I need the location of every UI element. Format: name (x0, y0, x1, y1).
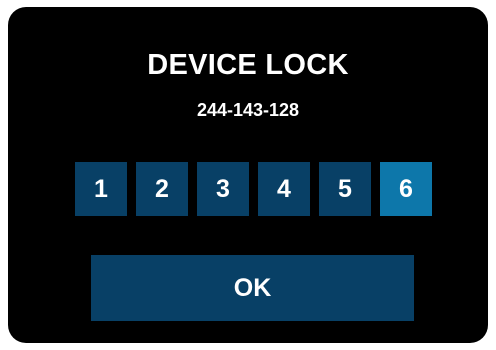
lock-code: 244-143-128 (196, 100, 300, 120)
key-4-button[interactable]: 4 (258, 162, 310, 216)
key-5-button[interactable]: 5 (319, 162, 371, 216)
keypad: 1 2 3 4 5 6 (75, 162, 435, 216)
ok-button[interactable]: OK (91, 255, 414, 321)
key-2-button[interactable]: 2 (136, 162, 188, 216)
lock-title: DEVICE LOCK (147, 49, 349, 81)
key-1-button[interactable]: 1 (75, 162, 127, 216)
device-lock-panel: DEVICE LOCK 244-143-128 1 2 3 4 5 6 OK (8, 7, 488, 343)
key-3-button[interactable]: 3 (197, 162, 249, 216)
key-6-button[interactable]: 6 (380, 162, 432, 216)
